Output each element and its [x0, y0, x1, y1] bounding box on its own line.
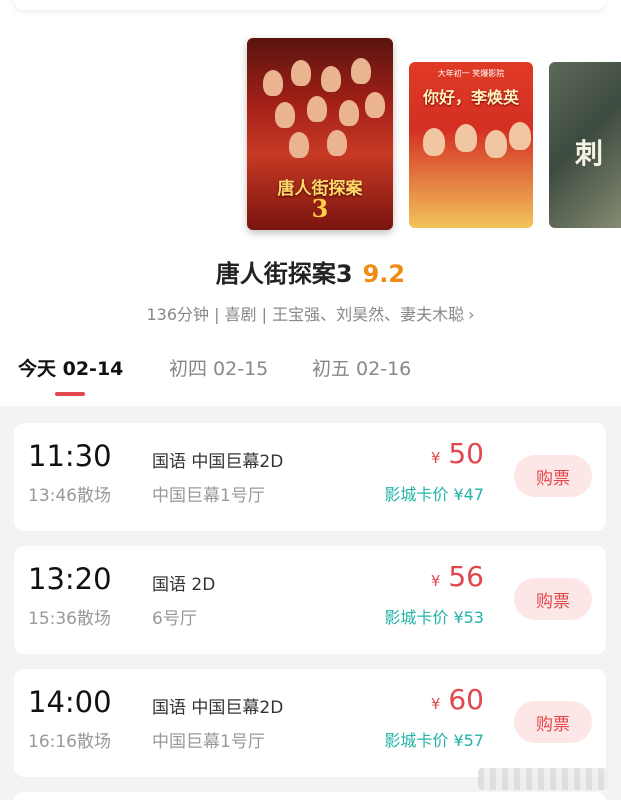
currency-symbol: ¥ — [430, 572, 441, 590]
show-end-time: 15:36散场 — [28, 609, 111, 629]
poster-item[interactable]: 大年初一 笑爆影院 你好，李焕英 — [409, 62, 533, 228]
poster-tag-art: 大年初一 笑爆影院 — [437, 69, 505, 78]
buy-ticket-button[interactable]: 购票 — [514, 455, 592, 497]
show-end-time: 13:46散场 — [28, 486, 111, 506]
movie-meta-link[interactable]: 136分钟 | 喜剧 | 王宝强、刘昊然、妻夫木聪 › — [0, 301, 621, 325]
buy-ticket-button[interactable]: 购票 — [514, 578, 592, 620]
movie-meta: 136分钟 | 喜剧 | 王宝强、刘昊然、妻夫木聪 — [146, 305, 465, 324]
active-tab-indicator — [55, 392, 85, 396]
show-start-time: 11:30 — [28, 439, 112, 473]
poster-cast-art — [255, 52, 385, 162]
date-tabs: 今天 02-14 初四 02-15 初五 02-16 — [0, 350, 621, 406]
show-language-format: 国语 中国巨幕2D — [152, 698, 284, 718]
poster-title-art: 你好，李焕英 — [422, 88, 519, 107]
movie-info: 唐人街探案3 9.2 136分钟 | 喜剧 | 王宝强、刘昊然、妻夫木聪 › — [0, 254, 621, 325]
show-hall: 中国巨幕1号厅 — [152, 732, 265, 752]
member-card-price: 影城卡价 ¥53 — [384, 608, 484, 627]
member-card-price: 影城卡价 ¥57 — [384, 731, 484, 750]
tab-day-4[interactable]: 初四 02-15 — [169, 354, 268, 381]
watermark — [478, 768, 608, 790]
currency-symbol: ¥ — [430, 449, 441, 467]
showtime-card[interactable]: 14:00 16:16散场 国语 中国巨幕2D 中国巨幕1号厅 ¥60 影城卡价… — [14, 669, 606, 777]
movie-title: 唐人街探案3 — [215, 260, 353, 288]
showtime-card-partial[interactable] — [14, 792, 606, 800]
currency-symbol: ¥ — [430, 695, 441, 713]
chevron-right-icon: › — [468, 305, 475, 324]
price-amount: 56 — [448, 560, 484, 593]
showtime-card[interactable]: 11:30 13:46散场 国语 中国巨幕2D 中国巨幕1号厅 ¥50 影城卡价… — [14, 423, 606, 531]
show-hall: 6号厅 — [152, 609, 197, 629]
price-amount: 60 — [448, 683, 484, 716]
poster-number-art: 3 — [311, 194, 329, 223]
poster-selected[interactable]: 唐人街探案 3 — [247, 38, 393, 230]
movie-title-line: 唐人街探案3 9.2 — [0, 254, 621, 289]
poster-title-art: 刺 — [574, 137, 603, 170]
poster-carousel[interactable]: 唐人街探案 3 大年初一 笑爆影院 你好，李焕英 刺 — [0, 0, 621, 240]
movie-score: 9.2 — [362, 260, 406, 288]
poster-item[interactable]: 刺 — [549, 62, 621, 228]
show-language-format: 国语 中国巨幕2D — [152, 452, 284, 472]
showtime-card[interactable]: 13:20 15:36散场 国语 2D 6号厅 ¥56 影城卡价 ¥53 购票 — [14, 546, 606, 654]
price-amount: 50 — [448, 437, 484, 470]
tab-today[interactable]: 今天 02-14 — [18, 354, 123, 381]
show-start-time: 13:20 — [28, 562, 112, 596]
show-start-time: 14:00 — [28, 685, 112, 719]
tab-day-5[interactable]: 初五 02-16 — [312, 354, 411, 381]
show-price: ¥56 — [431, 560, 484, 593]
show-end-time: 16:16散场 — [28, 732, 111, 752]
member-card-price: 影城卡价 ¥47 — [384, 485, 484, 504]
buy-ticket-button[interactable]: 购票 — [514, 701, 592, 743]
show-language-format: 国语 2D — [152, 575, 216, 595]
show-price: ¥60 — [431, 683, 484, 716]
show-price: ¥50 — [431, 437, 484, 470]
show-hall: 中国巨幕1号厅 — [152, 486, 265, 506]
poster-cast-art — [417, 118, 531, 228]
